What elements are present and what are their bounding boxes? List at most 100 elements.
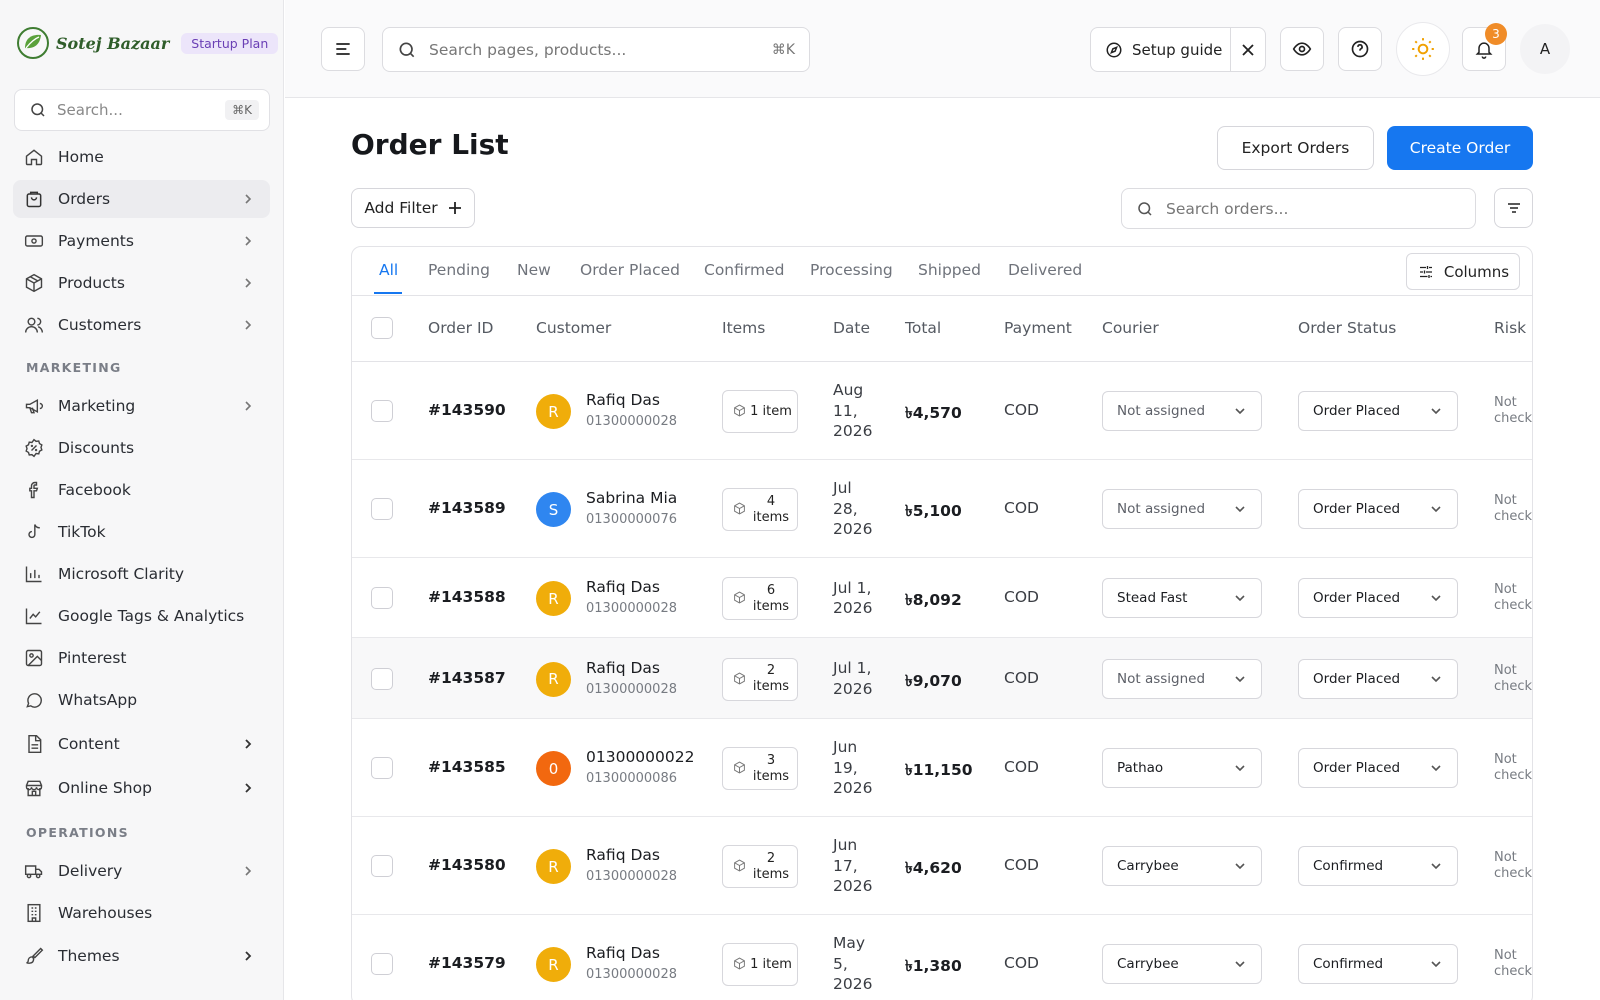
column-header-total[interactable]: Total	[905, 319, 941, 337]
order-search-input[interactable]: Search orders...	[1121, 188, 1476, 229]
column-header-courier[interactable]: Courier	[1102, 319, 1159, 337]
column-header-items[interactable]: Items	[722, 319, 765, 337]
help-button[interactable]	[1338, 27, 1382, 71]
order-id[interactable]: #143588	[428, 588, 506, 606]
customer-name[interactable]: 01300000022	[586, 748, 694, 766]
row-checkbox[interactable]	[371, 757, 393, 779]
sidebar-item-home[interactable]: Home	[13, 138, 270, 176]
column-header-risk[interactable]: Risk	[1494, 319, 1526, 337]
sidebar-item-microsoft-clarity[interactable]: Microsoft Clarity	[13, 555, 270, 593]
customer-name[interactable]: Rafiq Das	[586, 578, 660, 596]
order-id[interactable]: #143585	[428, 758, 506, 776]
table-row[interactable]: #143579 R Rafiq Das 01300000028 1 item M…	[352, 915, 1532, 1000]
courier-select[interactable]: Carrybee	[1102, 944, 1262, 984]
customer-name[interactable]: Rafiq Das	[586, 846, 660, 864]
sidebar-search-input[interactable]: Search... ⌘K	[14, 89, 270, 131]
customer-name[interactable]: Rafiq Das	[586, 391, 660, 409]
row-checkbox[interactable]	[371, 953, 393, 975]
items-count-button[interactable]: 2 items	[722, 845, 798, 888]
sidebar-item-marketing[interactable]: Marketing	[13, 387, 270, 425]
tab-confirmed[interactable]: Confirmed	[704, 261, 784, 279]
order-id[interactable]: #143587	[428, 669, 506, 687]
courier-select[interactable]: Stead Fast	[1102, 578, 1262, 618]
courier-select[interactable]: Pathao	[1102, 748, 1262, 788]
customer-name[interactable]: Rafiq Das	[586, 944, 660, 962]
menu-toggle-button[interactable]	[321, 27, 365, 71]
tab-delivered[interactable]: Delivered	[1008, 261, 1082, 279]
sidebar-item-warehouses[interactable]: Warehouses	[13, 894, 270, 932]
user-avatar[interactable]: A	[1520, 24, 1570, 74]
sidebar-item-facebook[interactable]: Facebook	[13, 471, 270, 509]
sidebar-item-pinterest[interactable]: Pinterest	[13, 639, 270, 677]
items-count-button[interactable]: 4 items	[722, 488, 798, 531]
row-checkbox[interactable]	[371, 400, 393, 422]
table-row[interactable]: #143590 R Rafiq Das 01300000028 1 item A…	[352, 362, 1532, 460]
row-checkbox[interactable]	[371, 667, 393, 690]
tab-new[interactable]: New	[517, 261, 551, 279]
tab-processing[interactable]: Processing	[810, 261, 893, 279]
order-status-select[interactable]: Order Placed	[1298, 658, 1458, 699]
items-count-button[interactable]: 2 items	[722, 657, 798, 701]
column-header-payment[interactable]: Payment	[1004, 319, 1072, 337]
order-id[interactable]: #143589	[428, 499, 506, 517]
order-id[interactable]: #143580	[428, 856, 506, 874]
create-order-button[interactable]: Create Order	[1387, 126, 1533, 170]
items-count-button[interactable]: 1 item	[722, 390, 798, 433]
sidebar-item-customers[interactable]: Customers	[13, 306, 270, 344]
order-id[interactable]: #143590	[428, 401, 506, 419]
column-header-order-status[interactable]: Order Status	[1298, 319, 1396, 337]
export-orders-button[interactable]: Export Orders	[1217, 126, 1374, 170]
table-row[interactable]: #143580 R Rafiq Das 01300000028 2 items …	[352, 817, 1532, 915]
customer-name[interactable]: Sabrina Mia	[586, 489, 677, 507]
row-checkbox[interactable]	[371, 855, 393, 877]
brand[interactable]: Sotej Bazaar Startup Plan	[16, 26, 279, 60]
order-status-select[interactable]: Order Placed	[1298, 489, 1458, 529]
table-row[interactable]: #143585 0 01300000022 01300000086 3 item…	[352, 719, 1532, 817]
sort-filter-button[interactable]	[1494, 188, 1533, 228]
tab-shipped[interactable]: Shipped	[918, 261, 981, 279]
column-header-customer[interactable]: Customer	[536, 319, 611, 337]
column-header-date[interactable]: Date	[833, 319, 870, 337]
order-status-select[interactable]: Confirmed	[1298, 846, 1458, 886]
global-search-input[interactable]: Search pages, products... ⌘K	[382, 27, 810, 72]
order-status-select[interactable]: Order Placed	[1298, 578, 1458, 618]
items-count-button[interactable]: 1 item	[722, 943, 798, 986]
setup-guide-button[interactable]: Setup guide	[1091, 28, 1231, 71]
select-all-checkbox[interactable]	[371, 317, 393, 339]
sidebar-item-delivery[interactable]: Delivery	[13, 852, 270, 890]
customer-name[interactable]: Rafiq Das	[586, 659, 660, 677]
table-row[interactable]: #143589 S Sabrina Mia 01300000076 4 item…	[352, 460, 1532, 558]
row-checkbox[interactable]	[371, 587, 393, 609]
sidebar-item-tiktok[interactable]: TikTok	[13, 513, 270, 551]
columns-button[interactable]: Columns	[1406, 253, 1520, 290]
theme-toggle-button[interactable]	[1396, 22, 1450, 76]
column-header-order-id[interactable]: Order ID	[428, 319, 493, 337]
sidebar-item-themes[interactable]: Themes	[13, 937, 270, 975]
sidebar-item-whatsapp[interactable]: WhatsApp	[13, 681, 270, 719]
courier-select[interactable]: Not assigned	[1102, 489, 1262, 529]
order-status-select[interactable]: Order Placed	[1298, 748, 1458, 788]
courier-select[interactable]: Not assigned	[1102, 658, 1262, 699]
order-status-select[interactable]: Confirmed	[1298, 944, 1458, 984]
tab-all[interactable]: All	[379, 261, 398, 279]
setup-guide-close-button[interactable]	[1231, 28, 1265, 71]
sidebar-item-orders[interactable]: Orders	[13, 180, 270, 218]
tab-order-placed[interactable]: Order Placed	[580, 261, 680, 279]
sidebar-item-google-tags[interactable]: Google Tags & Analytics	[13, 597, 270, 635]
items-count-button[interactable]: 6 items	[722, 577, 798, 620]
add-filter-button[interactable]: Add Filter	[351, 188, 475, 228]
sidebar-item-payments[interactable]: Payments	[13, 222, 270, 260]
sidebar-item-products[interactable]: Products	[13, 264, 270, 302]
preview-button[interactable]	[1280, 27, 1324, 71]
courier-select[interactable]: Not assigned	[1102, 391, 1262, 431]
tab-pending[interactable]: Pending	[428, 261, 490, 279]
order-status-select[interactable]: Order Placed	[1298, 391, 1458, 431]
row-checkbox[interactable]	[371, 498, 393, 520]
sidebar-item-discounts[interactable]: Discounts	[13, 429, 270, 467]
sidebar-item-content[interactable]: Content	[13, 725, 270, 763]
table-row[interactable]: #143587 R Rafiq Das 01300000028 2 items …	[352, 638, 1532, 719]
courier-select[interactable]: Carrybee	[1102, 846, 1262, 886]
sidebar-item-online-shop[interactable]: Online Shop	[13, 769, 270, 807]
table-row[interactable]: #143588 R Rafiq Das 01300000028 6 items …	[352, 558, 1532, 638]
order-id[interactable]: #143579	[428, 954, 506, 972]
